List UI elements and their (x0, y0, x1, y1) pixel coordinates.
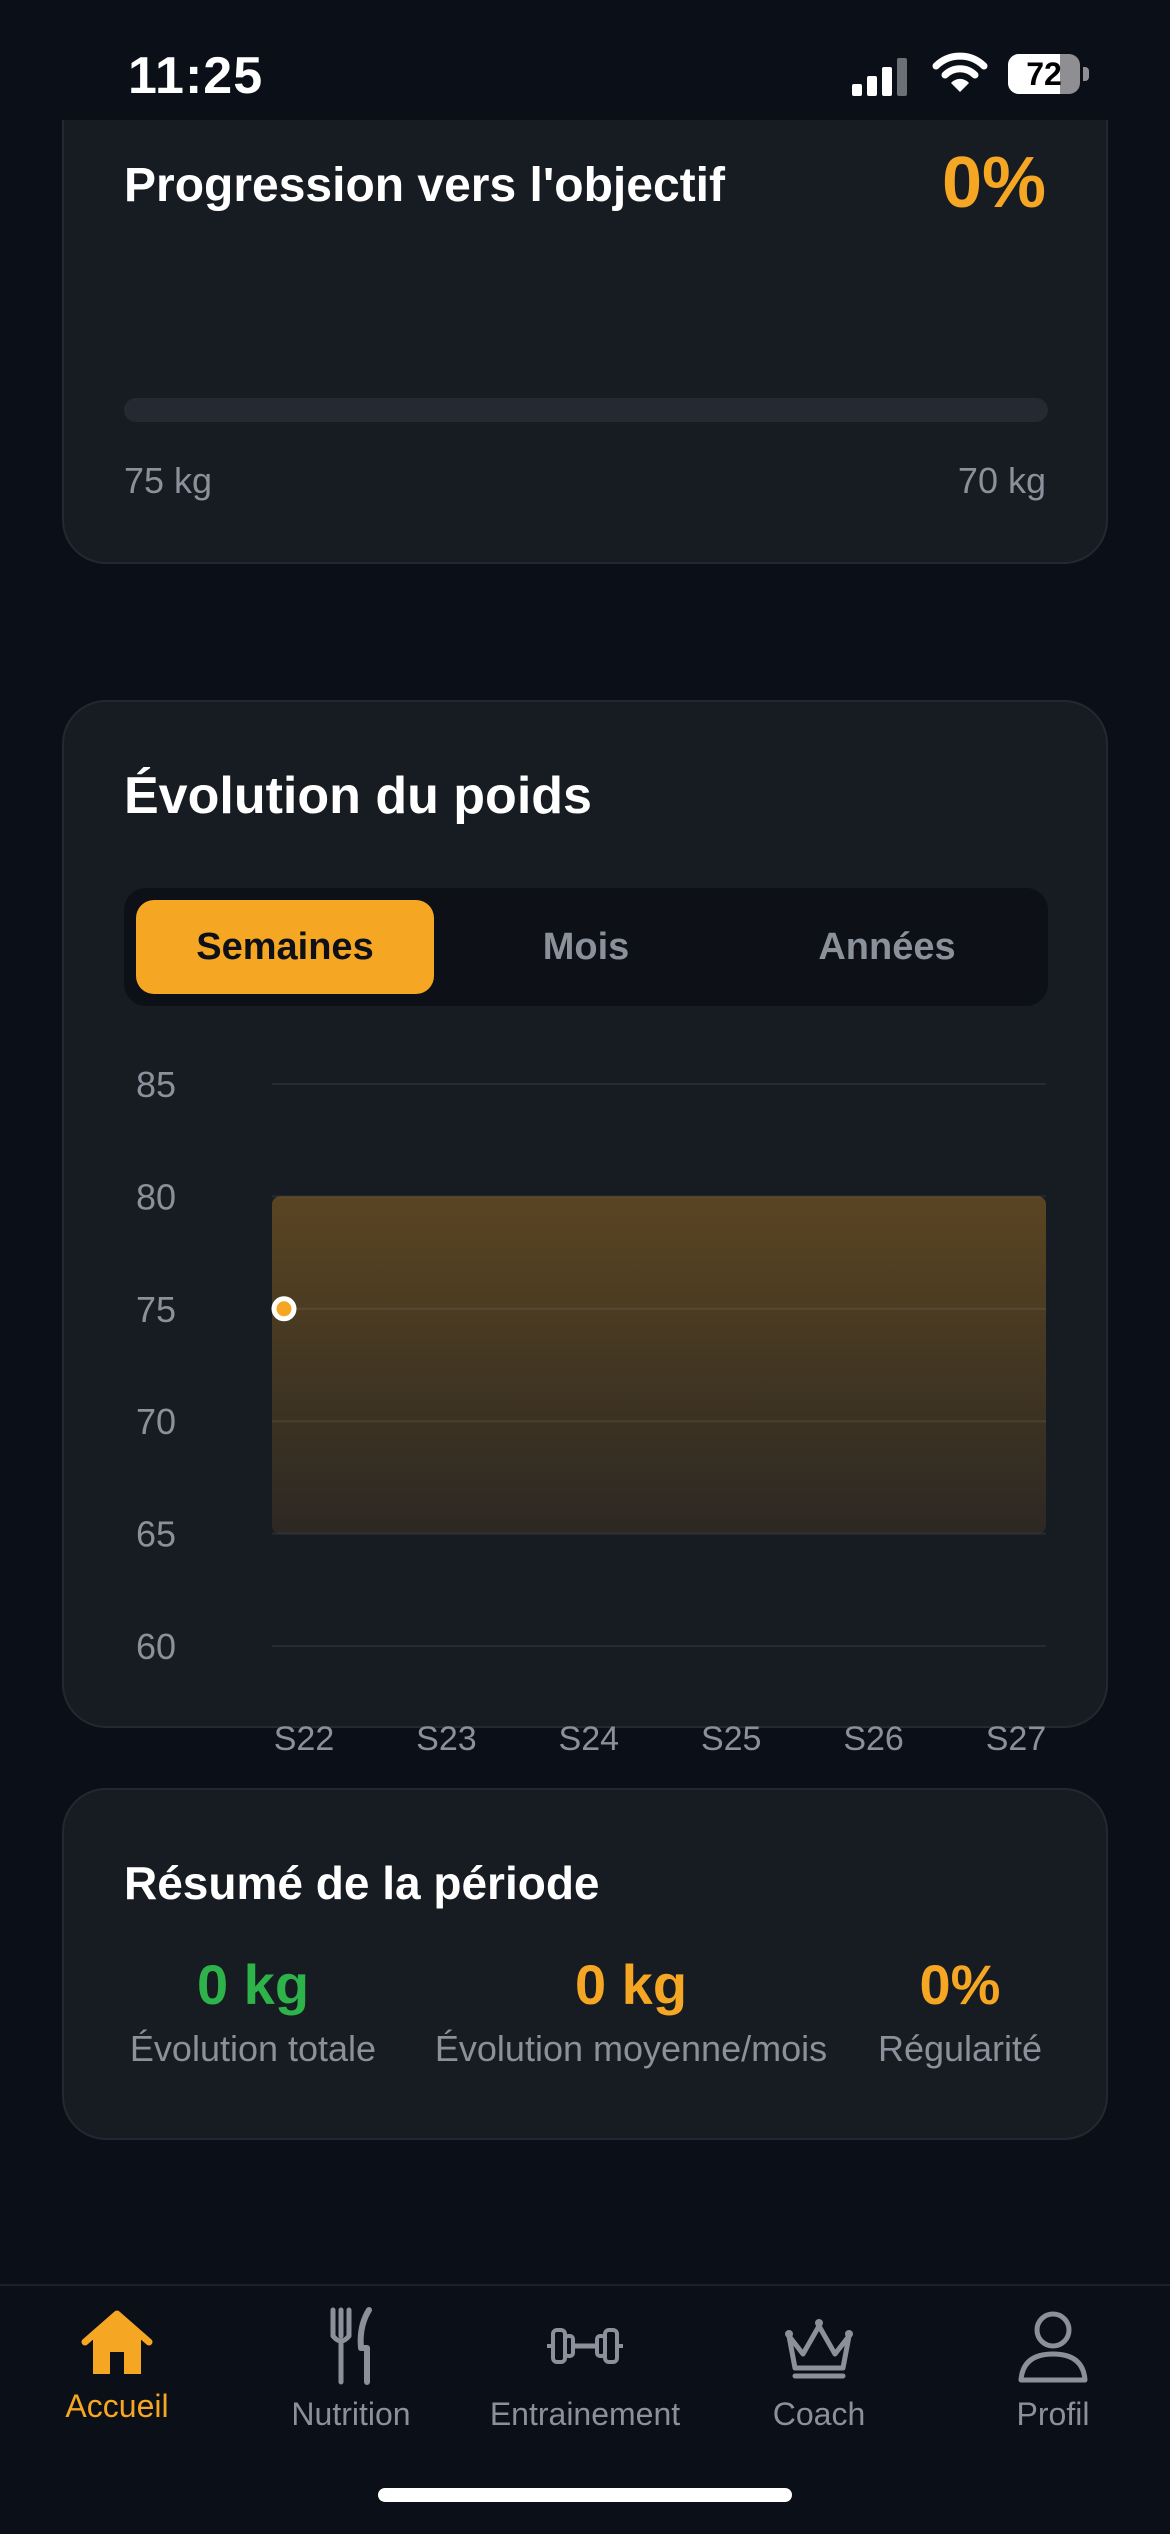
crown-icon (785, 2319, 853, 2379)
tab-label: Accueil (65, 2388, 169, 2424)
tab-accueil[interactable]: Accueil (0, 2306, 234, 2425)
tab-label: Profil (1016, 2396, 1090, 2432)
y-tick-label: 65 (136, 1514, 176, 1555)
tab-nutrition[interactable]: Nutrition (234, 2306, 468, 2433)
tab-coach[interactable]: Coach (702, 2306, 936, 2433)
stat-label: Régularité (877, 2028, 1043, 2069)
x-tick-label: S26 (843, 1720, 904, 1758)
tab-entrainement[interactable]: Entrainement (468, 2306, 702, 2433)
tab-label: Coach (772, 2396, 866, 2432)
stat-value: 0 kg (196, 1953, 310, 2016)
tab-label: Entrainement (489, 2396, 681, 2432)
y-tick-label: 85 (136, 1064, 176, 1105)
y-tick-label: 80 (136, 1176, 176, 1217)
home-indicator (378, 2488, 792, 2502)
stat-label: Évolution totale (129, 2028, 377, 2069)
person-icon (1018, 2311, 1088, 2383)
stat-regularity: 0% Régularité (870, 1950, 1050, 2070)
stat-value: 0 kg (574, 1953, 688, 2016)
x-tick-label: S22 (274, 1720, 335, 1758)
dumbbell-icon (547, 2328, 623, 2364)
fork-knife-icon (330, 2307, 372, 2385)
y-tick-label: 60 (136, 1626, 176, 1667)
x-tick-label: S23 (416, 1720, 477, 1758)
x-tick-label: S27 (986, 1720, 1047, 1758)
weight-chart: 85 80 75 70 65 60 S22 S23 S24 S25 S26 S27 (136, 1064, 1047, 1758)
x-tick-label: S25 (701, 1720, 762, 1758)
stat-value: 0% (919, 1953, 1001, 2016)
stat-label: Évolution moyenne/mois (434, 2028, 828, 2069)
tab-profil[interactable]: Profil (936, 2306, 1170, 2433)
period-summary-card: Résumé de la période 0 kg Évolution tota… (62, 1788, 1108, 2140)
stat-monthly-avg: 0 kg Évolution moyenne/mois (426, 1950, 836, 2070)
y-tick-label: 70 (136, 1401, 176, 1442)
summary-title: Résumé de la période (124, 1857, 600, 1909)
x-tick-label: S24 (559, 1720, 620, 1758)
y-tick-label: 75 (136, 1289, 176, 1330)
tab-label: Nutrition (291, 2396, 411, 2432)
home-icon (81, 2310, 153, 2374)
stat-total-change: 0 kg Évolution totale (124, 1950, 382, 2070)
data-point (271, 1296, 297, 1322)
target-range-band (272, 1196, 1046, 1534)
